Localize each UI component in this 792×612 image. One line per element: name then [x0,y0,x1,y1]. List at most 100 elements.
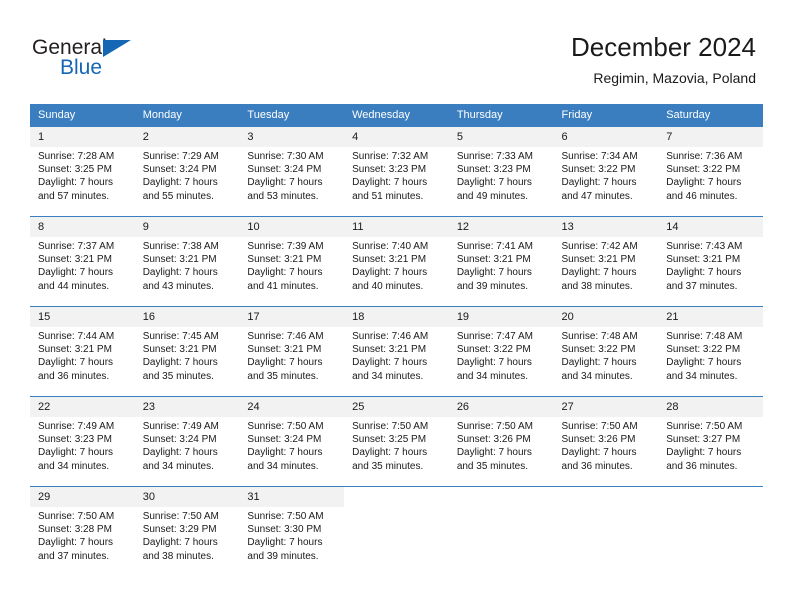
general-blue-logo[interactable]: General Blue [32,36,212,84]
day-cell-inner: 26 Sunrise: 7:50 AM Sunset: 3:26 PM Dayligh… [448,397,554,486]
calendar-day-cell-empty [344,486,449,576]
calendar-day-cell[interactable]: 9 Sunrise: 7:38 AM Sunset: 3:21 PM Daylight… [134,216,240,307]
calendar-day-cell[interactable]: 24 Sunrise: 7:50 AM Sunset: 3:24 PM Dayligh… [239,396,345,487]
calendar-day-cell[interactable]: 28 Sunrise: 7:50 AM Sunset: 3:27 PM Dayligh… [658,396,763,487]
sunrise-text: Sunrise: 7:39 AM [247,241,324,252]
calendar-day-cell[interactable]: 21 Sunrise: 7:48 AM Sunset: 3:22 PM Dayligh… [658,306,763,397]
daylight-text-line2: and 34 minutes. [247,460,319,472]
day-cell-inner: 10 Sunrise: 7:39 AM Sunset: 3:21 PM Dayligh… [239,217,345,306]
sunset-text: Sunset: 3:24 PM [247,434,322,446]
sunset-text: Sunset: 3:24 PM [142,164,217,176]
day-cell-inner: 20 Sunrise: 7:48 AM Sunset: 3:22 PM Dayligh… [553,307,659,396]
day-cell-inner [448,487,554,576]
daylight-text-line2: and 35 minutes. [456,460,528,472]
calendar-day-cell[interactable]: 12 Sunrise: 7:41 AM Sunset: 3:21 PM Dayligh… [448,216,554,307]
calendar-day-cell[interactable]: 1 Sunrise: 7:28 AM Sunset: 3:25 PM Daylight… [30,126,135,217]
calendar-day-cell[interactable]: 14 Sunrise: 7:43 AM Sunset: 3:21 PM Dayligh… [658,216,763,307]
sunrise-text: Sunrise: 7:42 AM [561,241,638,252]
calendar-day-cell[interactable]: 23 Sunrise: 7:49 AM Sunset: 3:24 PM Dayligh… [134,396,240,487]
calendar-day-cell[interactable]: 10 Sunrise: 7:39 AM Sunset: 3:21 PM Dayligh… [239,216,345,307]
day-cell-inner: 17 Sunrise: 7:46 AM Sunset: 3:21 PM Dayligh… [239,307,345,396]
sunset-text: Sunset: 3:26 PM [456,434,531,446]
sunset-text: Sunset: 3:26 PM [561,434,636,446]
day-number: 25 [344,397,449,417]
daylight-text-line2: and 34 minutes. [456,370,528,382]
calendar-day-cell[interactable]: 4 Sunrise: 7:32 AM Sunset: 3:23 PM Daylight… [344,126,449,217]
calendar-day-cell[interactable]: 31 Sunrise: 7:50 AM Sunset: 3:30 PM Dayligh… [239,486,345,576]
calendar-day-cell[interactable]: 27 Sunrise: 7:50 AM Sunset: 3:26 PM Dayligh… [553,396,659,487]
daylight-text-line2: and 38 minutes. [142,550,214,562]
page-title: December 2024 [571,32,756,62]
sunset-text: Sunset: 3:21 PM [142,344,217,356]
calendar-day-cell-empty [553,486,659,576]
day-sun-info: Sunrise: 7:47 AM Sunset: 3:22 PM Daylight:… [449,327,554,383]
daylight-text-line2: and 35 minutes. [247,370,319,382]
calendar-day-cell[interactable]: 20 Sunrise: 7:48 AM Sunset: 3:22 PM Dayligh… [553,306,659,397]
day-number: 14 [658,217,763,237]
calendar-day-cell[interactable]: 6 Sunrise: 7:34 AM Sunset: 3:22 PM Daylight… [553,126,659,217]
daylight-text-line1: Daylight: 7 hours [561,357,637,369]
sunrise-text: Sunrise: 7:50 AM [456,421,533,432]
daylight-text-line2: and 51 minutes. [352,190,424,202]
daylight-text-line1: Daylight: 7 hours [352,177,428,189]
calendar-day-cell[interactable]: 26 Sunrise: 7:50 AM Sunset: 3:26 PM Dayligh… [448,396,554,487]
day-sun-info: Sunrise: 7:49 AM Sunset: 3:23 PM Daylight:… [30,417,135,473]
calendar-day-cell[interactable]: 25 Sunrise: 7:50 AM Sunset: 3:25 PM Dayligh… [344,396,449,487]
daylight-text-line1: Daylight: 7 hours [666,357,742,369]
sunrise-text: Sunrise: 7:50 AM [561,421,638,432]
day-number: 31 [239,487,345,507]
calendar-day-cell[interactable]: 15 Sunrise: 7:44 AM Sunset: 3:21 PM Dayligh… [30,306,135,397]
sunset-text: Sunset: 3:25 PM [352,434,427,446]
sunrise-text: Sunrise: 7:40 AM [352,241,429,252]
daylight-text-line1: Daylight: 7 hours [247,447,323,459]
day-cell-inner: 1 Sunrise: 7:28 AM Sunset: 3:25 PM Daylight… [30,127,135,216]
daylight-text-line2: and 34 minutes. [352,370,424,382]
sunrise-text: Sunrise: 7:44 AM [38,331,115,342]
daylight-text-line2: and 34 minutes. [561,370,633,382]
calendar-day-cell[interactable]: 17 Sunrise: 7:46 AM Sunset: 3:21 PM Dayligh… [239,306,345,397]
daylight-text-line2: and 41 minutes. [247,280,319,292]
calendar-day-cell[interactable]: 19 Sunrise: 7:47 AM Sunset: 3:22 PM Dayligh… [448,306,554,397]
day-sun-info: Sunrise: 7:48 AM Sunset: 3:22 PM Daylight:… [554,327,659,383]
sunrise-text: Sunrise: 7:46 AM [352,331,429,342]
sunset-text: Sunset: 3:27 PM [666,434,741,446]
day-cell-inner: 29 Sunrise: 7:50 AM Sunset: 3:28 PM Dayligh… [30,487,135,576]
calendar-day-cell[interactable]: 2 Sunrise: 7:29 AM Sunset: 3:24 PM Daylight… [134,126,240,217]
sunset-text: Sunset: 3:22 PM [456,344,531,356]
day-sun-info: Sunrise: 7:44 AM Sunset: 3:21 PM Daylight:… [30,327,135,383]
daylight-text-line1: Daylight: 7 hours [142,447,218,459]
calendar-day-cell[interactable]: 16 Sunrise: 7:45 AM Sunset: 3:21 PM Dayligh… [134,306,240,397]
sunrise-text: Sunrise: 7:50 AM [247,421,324,432]
day-cell-inner: 11 Sunrise: 7:40 AM Sunset: 3:21 PM Dayligh… [344,217,449,306]
daylight-text-line2: and 53 minutes. [247,190,319,202]
calendar-day-cell[interactable]: 8 Sunrise: 7:37 AM Sunset: 3:21 PM Daylight… [30,216,135,307]
sunrise-text: Sunrise: 7:50 AM [38,511,115,522]
day-number: 6 [553,127,659,147]
weekday-header-row: Sunday Monday Tuesday Wednesday Thursday… [30,104,763,127]
calendar-day-cell[interactable]: 18 Sunrise: 7:46 AM Sunset: 3:21 PM Dayligh… [344,306,449,397]
day-sun-info: Sunrise: 7:50 AM Sunset: 3:27 PM Daylight:… [658,417,763,473]
day-cell-inner: 15 Sunrise: 7:44 AM Sunset: 3:21 PM Dayligh… [30,307,135,396]
calendar-day-cell[interactable]: 22 Sunrise: 7:49 AM Sunset: 3:23 PM Dayligh… [30,396,135,487]
calendar-day-cell[interactable]: 5 Sunrise: 7:33 AM Sunset: 3:23 PM Daylight… [448,126,554,217]
day-sun-info: Sunrise: 7:30 AM Sunset: 3:24 PM Daylight:… [239,147,344,203]
calendar-day-cell[interactable]: 7 Sunrise: 7:36 AM Sunset: 3:22 PM Daylight… [658,126,763,217]
daylight-text-line1: Daylight: 7 hours [352,357,428,369]
day-cell-inner: 28 Sunrise: 7:50 AM Sunset: 3:27 PM Dayligh… [658,397,763,486]
day-sun-info: Sunrise: 7:36 AM Sunset: 3:22 PM Daylight:… [658,147,763,203]
calendar-day-cell[interactable]: 3 Sunrise: 7:30 AM Sunset: 3:24 PM Daylight… [239,126,345,217]
sunset-text: Sunset: 3:21 PM [352,344,427,356]
calendar-day-cell[interactable]: 30 Sunrise: 7:50 AM Sunset: 3:29 PM Dayligh… [134,486,240,576]
day-sun-info: Sunrise: 7:46 AM Sunset: 3:21 PM Daylight:… [239,327,344,383]
daylight-text-line2: and 34 minutes. [666,370,738,382]
day-cell-inner: 2 Sunrise: 7:29 AM Sunset: 3:24 PM Daylight… [134,127,240,216]
day-number: 26 [448,397,554,417]
daylight-text-line2: and 34 minutes. [142,460,214,472]
calendar-day-cell[interactable]: 29 Sunrise: 7:50 AM Sunset: 3:28 PM Dayligh… [30,486,135,576]
sunset-text: Sunset: 3:21 PM [352,254,427,266]
daylight-text-line1: Daylight: 7 hours [561,447,637,459]
day-number: 12 [448,217,554,237]
calendar-day-cell[interactable]: 13 Sunrise: 7:42 AM Sunset: 3:21 PM Dayligh… [553,216,659,307]
day-sun-info: Sunrise: 7:29 AM Sunset: 3:24 PM Daylight:… [135,147,240,203]
calendar-day-cell[interactable]: 11 Sunrise: 7:40 AM Sunset: 3:21 PM Dayligh… [344,216,449,307]
